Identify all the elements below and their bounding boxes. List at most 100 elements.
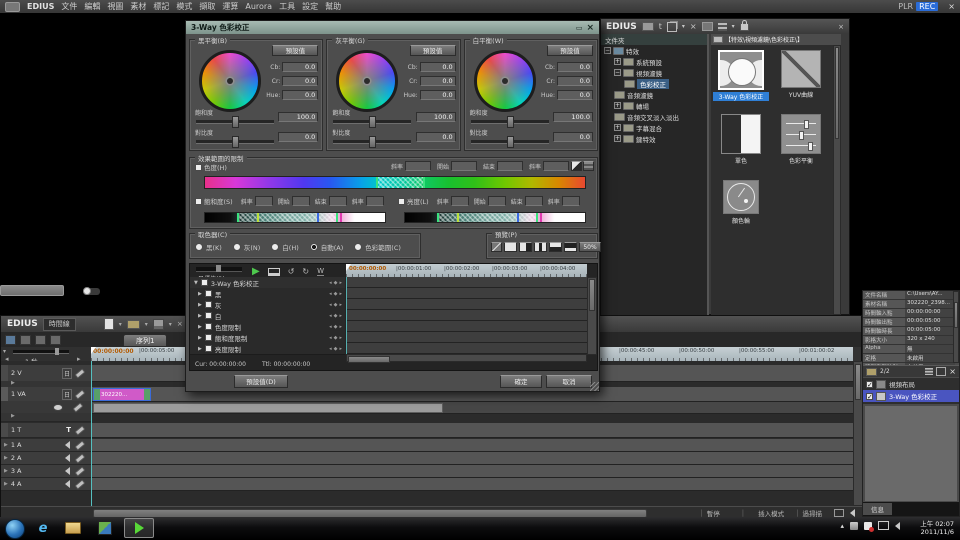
contrast-slider[interactable] <box>196 140 274 144</box>
track-lock-pen-icon[interactable] <box>75 466 86 476</box>
hue-selected-range[interactable] <box>376 177 425 188</box>
cr-field[interactable]: 0.0 <box>557 76 593 86</box>
lane-2a[interactable] <box>91 452 853 465</box>
effect-card-color-balance[interactable]: 色彩平衡 <box>773 114 829 165</box>
contrast-field[interactable]: 0.0 <box>416 132 456 142</box>
luma-slope-in-field[interactable] <box>451 196 469 206</box>
gray-balance-wheel[interactable] <box>336 50 398 112</box>
property-row[interactable]: 文件名稱 C:\Users\AY... <box>863 291 955 300</box>
chroma-slope-out-field[interactable] <box>543 161 569 171</box>
track-title-icon[interactable]: T <box>66 426 71 434</box>
limit-options-button[interactable] <box>583 161 594 171</box>
kf-prev-key-icon[interactable]: ◂ <box>329 313 332 319</box>
tree-toggle-icon[interactable]: + <box>614 102 621 109</box>
view-mode-icon[interactable] <box>718 23 727 31</box>
kf-add-key-icon[interactable]: ◆ <box>334 324 338 330</box>
black-balance-wheel[interactable] <box>199 50 261 112</box>
range-marker[interactable] <box>257 213 259 222</box>
kf-add-key-icon[interactable]: ◆ <box>334 313 338 319</box>
preview-split-top-button[interactable] <box>549 242 562 252</box>
taskbar-explorer-button[interactable] <box>60 518 86 538</box>
contrast-slider[interactable] <box>333 140 411 144</box>
menu-edit[interactable]: 編輯 <box>84 1 100 12</box>
white-balance-wheel[interactable] <box>474 50 536 112</box>
copy-effect-icon[interactable] <box>667 22 677 32</box>
expander-icon[interactable]: ▶ <box>11 380 15 386</box>
range-marker[interactable] <box>540 213 542 222</box>
picker-radio-gray[interactable] <box>233 243 241 251</box>
track-video-mute-icon[interactable]: 日 <box>62 368 72 379</box>
sat-slope-in-field[interactable] <box>255 196 273 206</box>
kf-row-luminance-limit[interactable]: ▶ 亮度限制 ◂ ◆ ▸ <box>190 343 345 355</box>
saturation-slider[interactable] <box>333 120 411 124</box>
track-lock-pen-icon[interactable] <box>75 368 86 378</box>
tree-toggle-icon[interactable]: + <box>614 58 621 65</box>
new-sequence-dropdown-icon[interactable]: ▾ <box>119 321 122 328</box>
property-row[interactable]: 素材名稱 302220_2398... <box>863 300 955 309</box>
range-marker[interactable] <box>340 213 342 222</box>
track-header-3a[interactable]: ▶ 3 A <box>1 465 91 478</box>
contrast-field[interactable]: 0.0 <box>278 132 318 142</box>
tree-item-effects-root[interactable]: − 特效 <box>601 45 707 56</box>
kf-add-key-icon[interactable]: ◆ <box>334 302 338 308</box>
kf-playhead[interactable] <box>346 277 347 354</box>
menu-mode[interactable]: 模式 <box>176 1 192 12</box>
effect-card-mono[interactable]: 單色 <box>713 114 769 165</box>
capture-icon[interactable] <box>702 22 713 31</box>
kf-row-checkbox[interactable] <box>205 290 212 297</box>
tree-item-title-mixer[interactable]: + 字幕混合 <box>601 122 707 133</box>
property-row[interactable]: 影格大小 320 x 240 <box>863 336 955 345</box>
cr-field[interactable]: 0.0 <box>420 76 456 86</box>
move-up-icon[interactable]: t <box>659 22 662 32</box>
properties-vscrollbar[interactable] <box>953 291 959 363</box>
kf-next-key-icon[interactable]: ▸ <box>339 313 342 319</box>
menu-help[interactable]: 幫助 <box>325 1 341 12</box>
saturation-field[interactable]: 100.0 <box>416 112 456 122</box>
tray-expand-icon[interactable]: ▴ <box>840 522 844 530</box>
saturation-field[interactable]: 100.0 <box>278 112 318 122</box>
tree-item-audio-crossfade[interactable]: 音頻交叉淡入淡出 <box>601 111 707 122</box>
expander-icon[interactable]: ▶ <box>11 413 15 419</box>
kf-add-key-icon[interactable]: ◆ <box>334 291 338 297</box>
timeline-playhead[interactable] <box>91 361 92 506</box>
lane-1t[interactable] <box>91 423 853 438</box>
tree-item-system-preset[interactable]: + 系統預設 <box>601 56 707 67</box>
kf-lane-area[interactable] <box>346 277 587 354</box>
tree-item-transitions[interactable]: + 轉場 <box>601 100 707 111</box>
menubar-close-icon[interactable]: × <box>948 2 955 11</box>
property-row[interactable]: 時間軸入點 00:00:00:00 <box>863 309 955 318</box>
kf-expander-icon[interactable]: ▶ <box>198 313 202 319</box>
sat-end-field[interactable] <box>329 196 347 206</box>
menu-aurora[interactable]: Aurora <box>245 2 272 11</box>
info-tab[interactable]: 信息 <box>863 503 892 515</box>
taskbar-edius-button[interactable] <box>124 518 154 538</box>
open-project-icon[interactable] <box>127 320 140 329</box>
cb-field[interactable]: 0.0 <box>557 62 593 72</box>
zoom-preset-button[interactable]: ▾ <box>3 348 6 355</box>
track-header-1a[interactable]: ▶ 1 A <box>1 439 91 452</box>
kf-mini-slider[interactable] <box>196 267 242 272</box>
expander-icon[interactable]: ▶ <box>4 442 8 448</box>
luminance-limit-checkbox[interactable] <box>398 198 405 205</box>
kf-ruler[interactable]: 00:00:00:00 |00:00:01:00 |00:00:02:00 |0… <box>346 264 587 277</box>
track-expander-1va[interactable]: ▶ <box>1 413 91 422</box>
lane-1a[interactable] <box>91 439 853 452</box>
luma-end-field[interactable] <box>525 196 543 206</box>
filter-close-icon[interactable]: × <box>949 367 956 376</box>
timeline-mode-icon-3[interactable] <box>35 335 46 345</box>
contrast-field[interactable]: 0.0 <box>553 132 593 142</box>
kf-curve-button[interactable]: W <box>317 267 324 276</box>
sequence-tab[interactable]: 序列1 <box>123 334 167 346</box>
tree-toggle-icon[interactable]: + <box>614 124 621 131</box>
kf-expander-icon[interactable]: ▶ <box>198 302 202 308</box>
property-row[interactable]: Alpha 無 <box>863 345 955 354</box>
track-speaker-icon[interactable] <box>65 441 70 449</box>
copy-dropdown-icon[interactable]: ▾ <box>682 22 685 32</box>
kf-prev-key-icon[interactable]: ◂ <box>329 346 332 352</box>
luminance-selected-range[interactable] <box>437 213 538 222</box>
kf-next-key-icon[interactable]: ▸ <box>339 324 342 330</box>
track-header-1va[interactable]: 1 VA 日 <box>1 387 91 402</box>
cut-icon[interactable]: × <box>177 320 183 328</box>
sat-start-field[interactable] <box>292 196 310 206</box>
filter-item-video-layout[interactable]: ✓ 視頻布局 <box>863 378 959 390</box>
